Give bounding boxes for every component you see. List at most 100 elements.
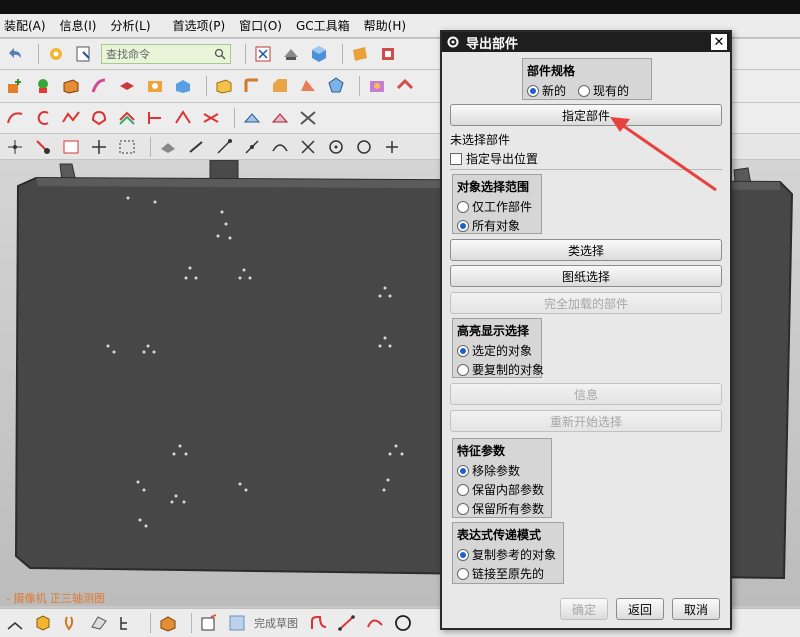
chamfer-icon[interactable]: [269, 75, 291, 97]
radio-all-objects[interactable]: 所有对象: [457, 216, 537, 235]
line-icon[interactable]: [336, 612, 358, 634]
bridge-curve-icon[interactable]: [200, 107, 222, 129]
pattern-icon[interactable]: [325, 75, 347, 97]
radio-existing[interactable]: 现有的: [578, 81, 629, 100]
intersect-curve-icon[interactable]: [172, 107, 194, 129]
fully-loaded-parts-button[interactable]: 完全加载的部件: [450, 292, 722, 314]
box-select-icon[interactable]: [60, 136, 82, 158]
part-navigator-icon[interactable]: [32, 612, 54, 634]
move-component-icon[interactable]: [32, 75, 54, 97]
profile-icon[interactable]: [308, 612, 330, 634]
close-icon[interactable]: ✕: [711, 34, 727, 50]
select-filter-icon[interactable]: [4, 136, 26, 158]
arc-icon[interactable]: [4, 107, 26, 129]
radio-button[interactable]: [457, 502, 469, 515]
menu-analysis[interactable]: 分析(L): [110, 17, 150, 34]
radio-button[interactable]: [457, 483, 469, 496]
render-style-icon[interactable]: [280, 43, 302, 65]
project-curve-icon[interactable]: [144, 107, 166, 129]
radio-new[interactable]: 新的: [527, 81, 566, 100]
intersection-point-icon[interactable]: [297, 136, 319, 158]
class-select-button[interactable]: 类选择: [450, 239, 722, 261]
dialog-title-bar[interactable]: 导出部件 ✕: [442, 32, 730, 52]
hole-icon[interactable]: [144, 75, 166, 97]
radio-button[interactable]: [457, 200, 469, 213]
radio-objects-to-copy[interactable]: 要复制的对象: [457, 360, 544, 379]
radio-button[interactable]: [457, 344, 469, 357]
radio-button[interactable]: [457, 567, 469, 580]
offset-curve-icon[interactable]: [116, 107, 138, 129]
command-finder-icon[interactable]: [73, 43, 95, 65]
sketch-tree-icon[interactable]: [116, 612, 138, 634]
trim-body-icon[interactable]: [394, 75, 416, 97]
quadrant-point-icon[interactable]: [353, 136, 375, 158]
settings-icon[interactable]: [45, 43, 67, 65]
info-button[interactable]: 信息: [450, 383, 722, 405]
rect-select-icon[interactable]: [116, 136, 138, 158]
curve-filter-icon[interactable]: [185, 136, 207, 158]
menu-gc-toolbox[interactable]: GC工具箱: [296, 17, 350, 34]
assembly-icon[interactable]: [157, 612, 179, 634]
sketch-plane-icon[interactable]: [88, 612, 110, 634]
through-curves-icon[interactable]: [241, 107, 263, 129]
radio-copy-referenced-objects[interactable]: 复制参考的对象: [457, 545, 559, 564]
radio-button[interactable]: [527, 84, 539, 97]
finish-sketch-label[interactable]: 完成草图: [254, 615, 298, 631]
menu-assembly[interactable]: 装配(A): [4, 17, 46, 34]
radio-keep-internal-params[interactable]: 保留内部参数: [457, 480, 547, 499]
menu-preferences[interactable]: 首选项(P): [173, 17, 226, 34]
unite-icon[interactable]: [366, 75, 388, 97]
midpoint-icon[interactable]: [241, 136, 263, 158]
radio-button[interactable]: [457, 464, 469, 477]
block-icon[interactable]: [60, 75, 82, 97]
arc-sketch-icon[interactable]: [364, 612, 386, 634]
existing-point-icon[interactable]: [381, 136, 403, 158]
blend-icon[interactable]: [241, 75, 263, 97]
snap-point-icon[interactable]: [32, 136, 54, 158]
command-search-input[interactable]: 查找命令: [101, 44, 231, 64]
sweep-icon[interactable]: [88, 75, 110, 97]
sew-icon[interactable]: [297, 107, 319, 129]
ok-button[interactable]: 确定: [560, 598, 608, 620]
radio-button[interactable]: [457, 548, 469, 561]
solid-filter-icon[interactable]: [157, 136, 179, 158]
control-point-icon[interactable]: [269, 136, 291, 158]
shell-icon[interactable]: [213, 75, 235, 97]
sketch-icon[interactable]: [198, 612, 220, 634]
radio-selected-objects[interactable]: 选定的对象: [457, 341, 537, 360]
gear-icon[interactable]: [446, 35, 460, 49]
mesh-surface-icon[interactable]: [269, 107, 291, 129]
radio-button[interactable]: [457, 363, 469, 376]
endpoint-icon[interactable]: [213, 136, 235, 158]
draft-icon[interactable]: [297, 75, 319, 97]
drawing-select-button[interactable]: 图纸选择: [450, 265, 722, 287]
constraint-icon[interactable]: [60, 612, 82, 634]
fit-view-icon[interactable]: [252, 43, 274, 65]
search-icon[interactable]: [214, 48, 226, 60]
add-component-icon[interactable]: [4, 75, 26, 97]
extrude-icon[interactable]: [116, 75, 138, 97]
menu-info[interactable]: 信息(I): [60, 17, 97, 34]
radio-work-part-only[interactable]: 仅工作部件: [457, 197, 537, 216]
shaded-cube-icon[interactable]: [308, 43, 330, 65]
polygon-icon[interactable]: [88, 107, 110, 129]
radio-link-to-original[interactable]: 链接至原先的: [457, 564, 559, 583]
point-constructor-icon[interactable]: [88, 136, 110, 158]
restart-selection-button[interactable]: 重新开始选择: [450, 410, 722, 432]
undo-icon[interactable]: [4, 43, 26, 65]
orient-icon[interactable]: [349, 43, 371, 65]
boss-icon[interactable]: [172, 75, 194, 97]
back-button[interactable]: 返回: [616, 598, 664, 620]
radio-remove-params[interactable]: 移除参数: [457, 461, 547, 480]
menu-help[interactable]: 帮助(H): [364, 17, 406, 34]
specify-export-location-checkbox[interactable]: 指定导出位置: [450, 150, 538, 167]
cancel-button[interactable]: 取消: [672, 598, 720, 620]
checkbox[interactable]: [450, 152, 462, 165]
radio-button[interactable]: [578, 84, 591, 97]
specify-part-button[interactable]: 指定部件: [450, 104, 722, 126]
circle-curve-icon[interactable]: [32, 107, 54, 129]
arc-center-icon[interactable]: [325, 136, 347, 158]
radio-button[interactable]: [457, 219, 469, 232]
view-triad-icon[interactable]: [4, 612, 26, 634]
spline-icon[interactable]: [60, 107, 82, 129]
